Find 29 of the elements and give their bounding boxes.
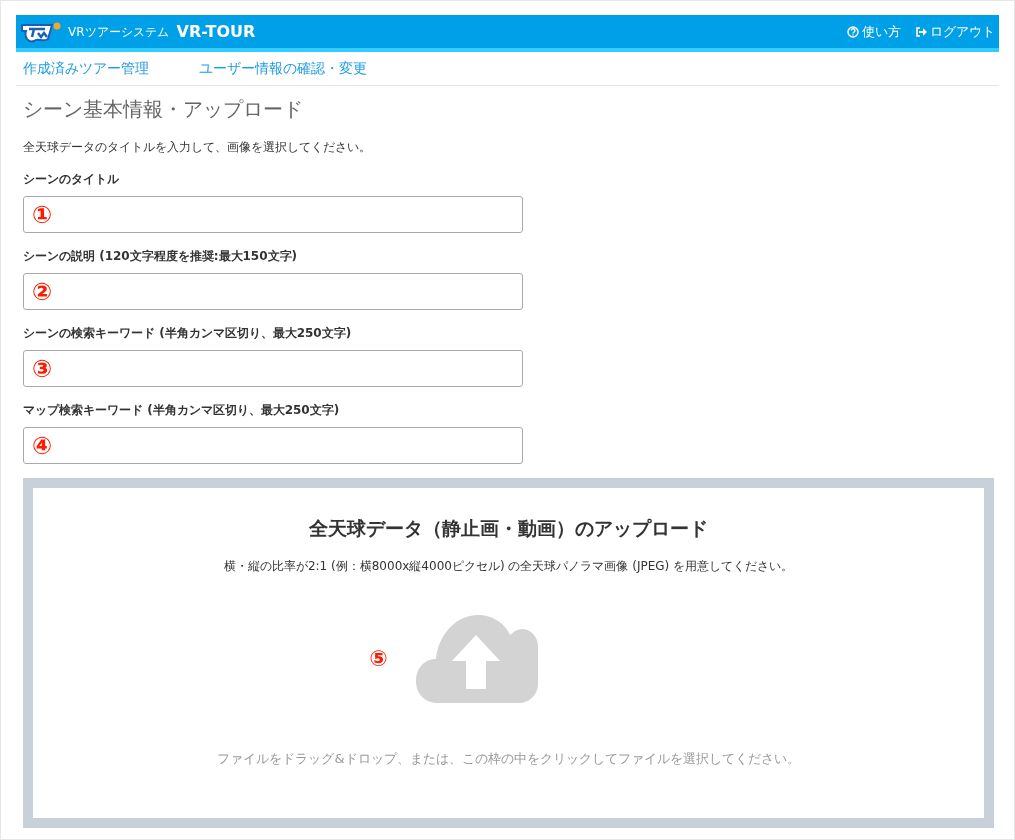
logout-icon [915, 25, 927, 38]
field-label: シーンのタイトル [23, 171, 120, 188]
help-link[interactable]: 使い方 [847, 21, 901, 42]
annotation-number: ① [32, 202, 53, 227]
nav-link[interactable]: 作成済みツアー管理 [23, 58, 149, 79]
upload-note: 横・縦の比率が2:1 (例：横8000x縦4000ピクセル) の全天球パノラマ画像 (JPEG) を用意してください。 [223, 557, 794, 575]
field-label: シーンの説明 (120文字程度を推奨:最大150文字) [23, 248, 299, 265]
input-field[interactable]: ③ [23, 350, 523, 387]
upload-title: 全天球データ（静止画・動画）のアップロード [309, 516, 708, 541]
help-icon [847, 25, 859, 38]
logout-link[interactable]: ログアウト [915, 21, 995, 42]
upload-hint: ファイルをドラッグ&ドロップ、または、この枠の中をクリックしてファイルを選択してください。 [217, 749, 800, 768]
page-title: シーン基本情報・アップロード [23, 96, 304, 123]
field-label: シーンの検索キーワード (半角カンマ区切り、最大250文字) [23, 325, 353, 342]
nav-link[interactable]: ユーザー情報の確認・変更 [199, 58, 367, 79]
field-label: マップ検索キーワード (半角カンマ区切り、最大250文字) [23, 402, 341, 419]
input-field[interactable]: ④ [23, 427, 523, 464]
annotation-number: ⑤ [369, 645, 388, 673]
brand-name: VR-TOUR [176, 20, 256, 43]
input-field[interactable]: ① [23, 196, 523, 233]
system-subtitle: VRツアーシステム [68, 23, 169, 41]
upload-dropzone[interactable]: 全天球データ（静止画・動画）のアップロード 横・縦の比率が2:1 (例：横8000x縦4000ピクセル) の全天球パノラマ画像 (JPEG) を用意してください。 ⑤ ファイルをドラッグ&ドロップ、または、この枠の中をクリックしてファイルを選択してください。 [23, 478, 994, 828]
cloud-upload-icon [415, 614, 538, 703]
annotation-number: ④ [32, 433, 53, 458]
annotation-number: ② [32, 279, 53, 304]
annotation-number: ③ [32, 356, 53, 381]
intro-text: 全天球データのタイトルを入力して、画像を選択してください。 [23, 139, 372, 156]
logo-icon [20, 20, 62, 43]
input-field[interactable]: ② [23, 273, 523, 310]
